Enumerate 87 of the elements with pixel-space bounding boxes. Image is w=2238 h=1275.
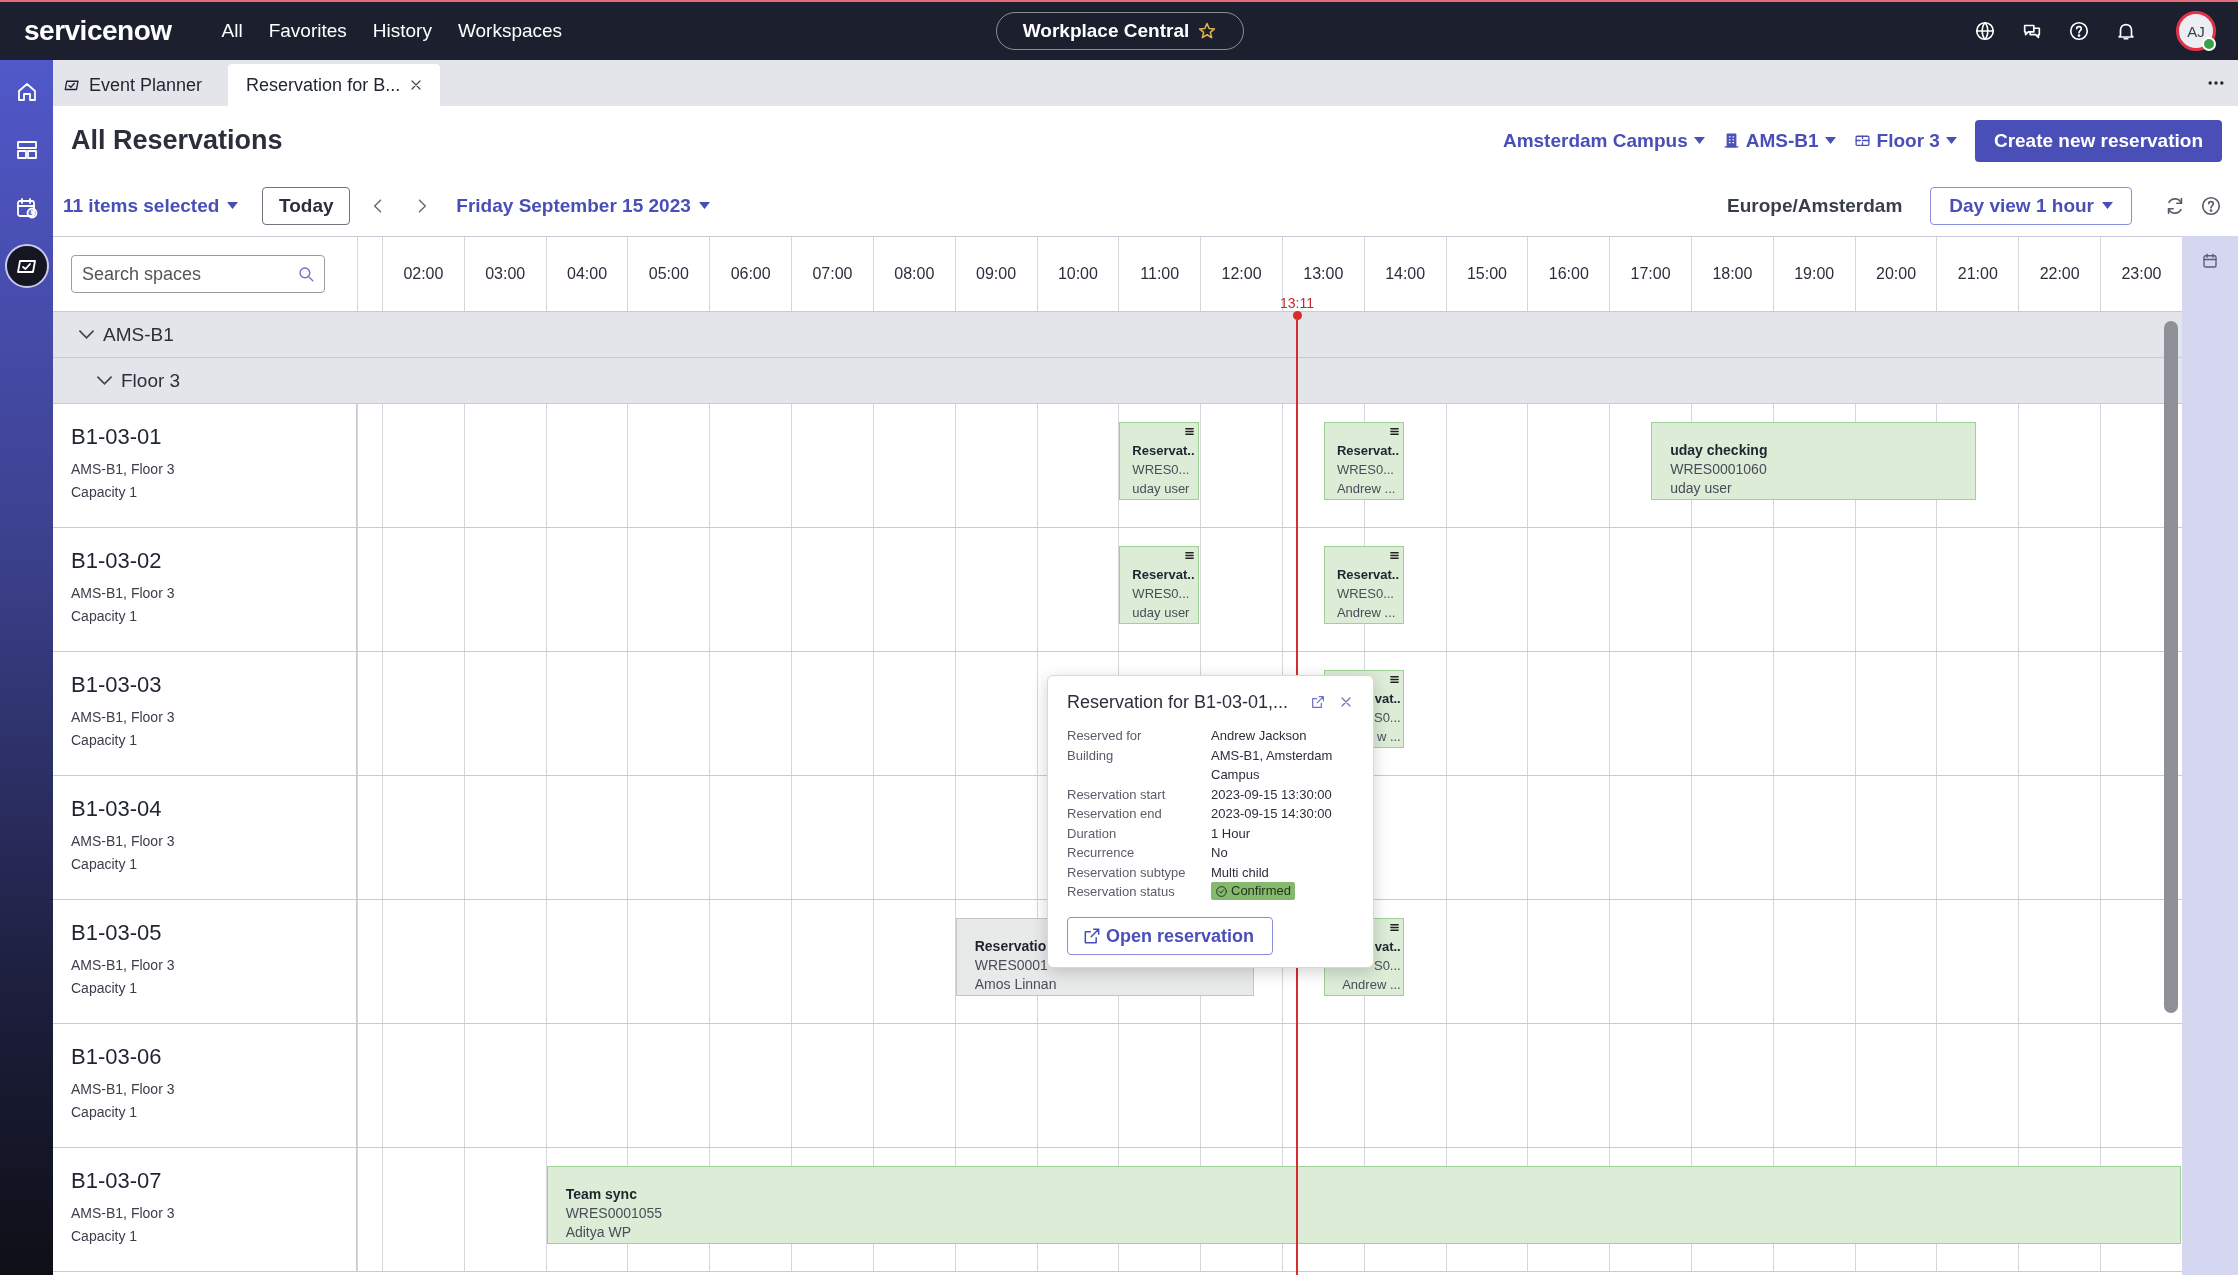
hour-label: 17:00 — [1630, 265, 1671, 283]
hour-label: 20:00 — [1876, 265, 1917, 283]
reservation-number: WRES0... — [1336, 585, 1394, 603]
floor-group-label: Floor 3 — [121, 369, 181, 392]
hour-label: 14:00 — [1385, 265, 1426, 283]
room-capacity: Capacity 1 — [71, 1227, 138, 1246]
detail-label: Reservation subtype — [1067, 863, 1187, 882]
reservation-number: WRES0... — [1132, 585, 1190, 603]
reservation-number: WRES0001 — [974, 956, 1048, 975]
popup-title: Reservation for B1-03-01,... — [1067, 691, 1290, 713]
reservation-number: WRES0... — [1336, 461, 1394, 479]
room-location: AMS-B1, Floor 3 — [71, 1080, 175, 1099]
detail-label: Recurrence — [1067, 844, 1136, 862]
detail-value: AMS-B1, Amsterdam Campus — [1211, 747, 1333, 782]
detail-label: Reservation start — [1067, 785, 1167, 804]
reservation-person: w ... — [1376, 728, 1401, 746]
building-group-label: AMS-B1 — [103, 323, 174, 346]
hour-label: 03:00 — [485, 265, 526, 283]
hour-label: 19:00 — [1794, 265, 1835, 283]
timezone-label: Europe/Amsterdam — [1727, 194, 1903, 217]
hour-label: 21:00 — [1957, 265, 1998, 283]
detail-value: 2023-09-15 14:30:00 — [1211, 806, 1332, 821]
detail-label: Reservation status — [1067, 883, 1176, 901]
reservation-title: vat.. — [1374, 690, 1401, 708]
detail-label: Building — [1067, 746, 1115, 765]
detail-value: 1 Hour — [1211, 825, 1251, 841]
hour-label: 11:00 — [1140, 265, 1180, 283]
avatar-initials: AJ — [2187, 22, 2205, 40]
detail-value: 2023-09-15 13:30:00 — [1211, 786, 1332, 802]
reservation-person: uday user — [1132, 480, 1190, 498]
hour-label: 09:00 — [976, 265, 1017, 283]
room-location: AMS-B1, Floor 3 — [71, 460, 175, 479]
hour-label: 04:00 — [567, 265, 608, 283]
room-capacity: Capacity 1 — [71, 607, 138, 626]
detail-value: Multi child — [1211, 864, 1269, 880]
reservation-title: Reservat.. — [1132, 442, 1195, 460]
reservation-number: WRES0001060 — [1670, 460, 1767, 479]
detail-value: No — [1211, 845, 1228, 860]
reservation-title: uday checking — [1670, 441, 1768, 460]
reservation-number: S0... — [1373, 709, 1401, 727]
detail-label: Reservation end — [1067, 805, 1163, 823]
workspace-label: Workplace Central — [1022, 20, 1190, 42]
reservation-person: Andrew ... — [1336, 604, 1396, 622]
hour-label: 06:00 — [730, 265, 771, 283]
reservation-title: Reservatio — [974, 937, 1047, 956]
reservation-person: Andrew ... — [1336, 480, 1396, 498]
hour-label: 10:00 — [1057, 265, 1098, 283]
page-title: All Reservations — [71, 125, 284, 156]
reservation-person: Aditya WP — [565, 1223, 631, 1242]
hour-label: 22:00 — [2039, 265, 2080, 283]
hour-label: 16:00 — [1548, 265, 1589, 283]
reservation-title: Reservat.. — [1336, 566, 1400, 584]
room-capacity: Capacity 1 — [71, 483, 138, 502]
hour-label: 15:00 — [1466, 265, 1507, 283]
reservation-person: Andrew ... — [1342, 976, 1401, 994]
reservation-number: WRES0... — [1132, 461, 1190, 479]
reservation-title: Team sync — [565, 1185, 637, 1204]
hour-label: 08:00 — [894, 265, 935, 283]
hour-label: 05:00 — [648, 265, 689, 283]
hour-label: 13:00 — [1303, 265, 1344, 283]
detail-label: Reserved for — [1067, 727, 1143, 745]
hour-label: 23:00 — [2121, 265, 2162, 283]
room-location: AMS-B1, Floor 3 — [71, 708, 175, 727]
detail-label: Duration — [1067, 824, 1118, 843]
room-capacity: Capacity 1 — [71, 979, 138, 998]
room-location: AMS-B1, Floor 3 — [71, 956, 175, 975]
room-capacity: Capacity 1 — [71, 1103, 138, 1122]
hour-label: 07:00 — [812, 265, 853, 283]
hour-label: 02:00 — [403, 265, 444, 283]
hour-label: 18:00 — [1712, 265, 1753, 283]
reservation-title: Reservat.. — [1336, 442, 1400, 460]
reservation-title: vat.. — [1374, 938, 1401, 956]
reservation-number: S0... — [1373, 957, 1401, 975]
room-location: AMS-B1, Floor 3 — [71, 584, 175, 603]
reservation-person: uday user — [1132, 604, 1190, 622]
room-location: AMS-B1, Floor 3 — [71, 1204, 175, 1223]
reservation-title: Reservat.. — [1132, 566, 1195, 584]
reservation-person: uday user — [1670, 479, 1732, 498]
room-capacity: Capacity 1 — [71, 855, 138, 874]
detail-value: Andrew Jackson — [1211, 728, 1307, 743]
room-capacity: Capacity 1 — [71, 731, 138, 750]
status-badge: Confirmed — [1211, 882, 1295, 900]
current-time-label: 13:11 — [1280, 295, 1314, 311]
room-location: AMS-B1, Floor 3 — [71, 832, 175, 851]
reservation-number: WRES0001055 — [565, 1204, 663, 1223]
hour-label: 12:00 — [1221, 265, 1262, 283]
reservation-person: Amos Linnan — [974, 975, 1057, 994]
